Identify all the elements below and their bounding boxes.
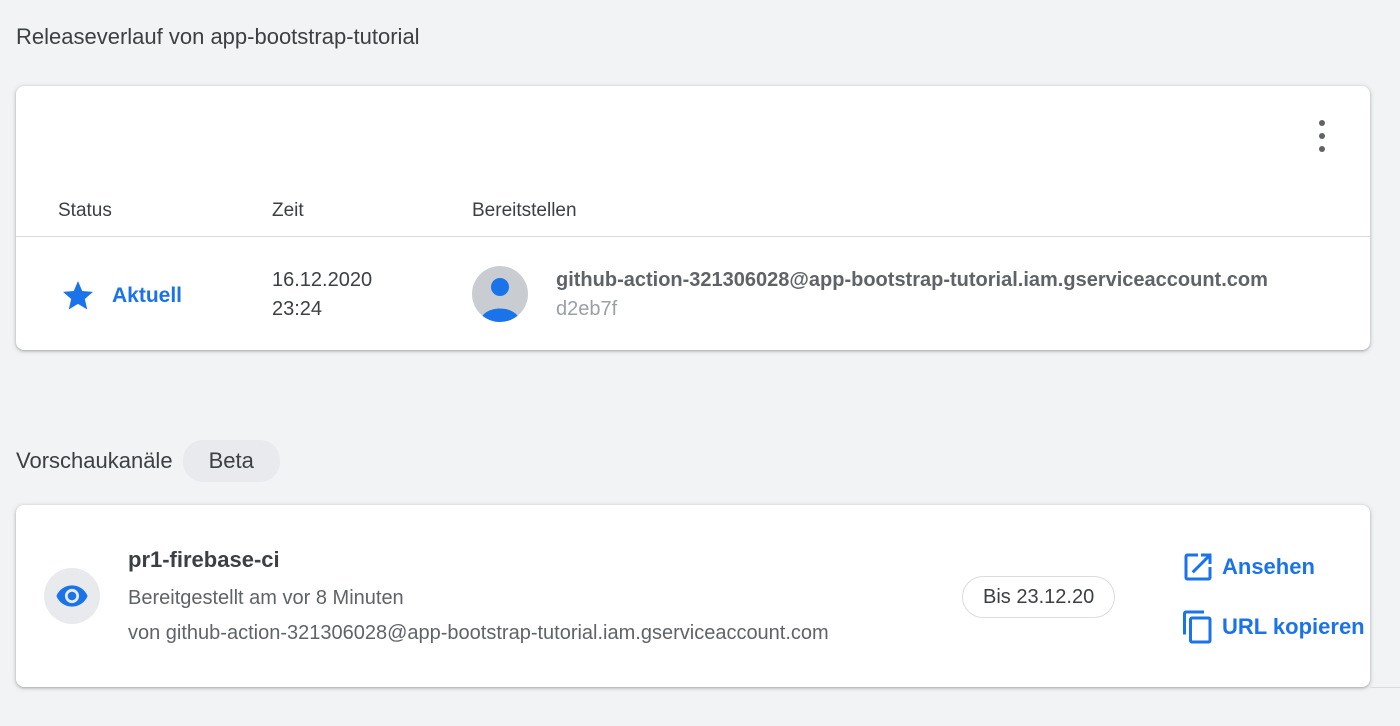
release-history-card: Status Zeit Bereitstellen Aktuell 16.12.… [16,86,1370,350]
status-label: Aktuell [112,284,183,307]
star-icon [63,281,93,310]
expiry-badge: Bis 23.12.20 [962,576,1116,618]
more-options-button[interactable] [1310,120,1334,152]
table-row: Aktuell 16.12.2020 23:24 github-action-3… [16,238,1370,348]
release-table-header: Status Zeit Bereitstellen [16,196,1370,237]
open-in-new-icon [1184,553,1212,581]
time-cell: 16.12.2020 23:24 [272,266,372,324]
deploy-hash: d2eb7f [556,298,618,320]
copy-icon [1183,610,1212,644]
account-icon [480,278,520,322]
copy-url-button[interactable]: URL kopieren [1180,609,1365,645]
preview-channels-title: Vorschaukanäle [16,448,173,473]
beta-badge: Beta [182,440,280,482]
channel-name: pr1-firebase-ci [128,547,280,572]
release-date: 16.12.2020 [272,269,373,291]
deploy-info: github-action-321306028@app-bootstrap-tu… [556,266,1328,324]
channel-info: pr1-firebase-ci Bereitgestellt am vor 8 … [128,547,829,651]
channel-deployed-time: Bereitgestellt am vor 8 Minuten [128,587,404,609]
view-link[interactable]: Ansehen [1180,549,1315,585]
divider [1370,687,1400,688]
copy-url-label: URL kopieren [1222,614,1365,639]
release-history-title: Releaseverlauf von app-bootstrap-tutoria… [16,24,420,49]
deploy-account: github-action-321306028@app-bootstrap-tu… [556,269,1268,291]
column-header-status: Status [58,200,112,221]
release-time: 23:24 [272,298,323,320]
eye-icon [56,585,88,607]
more-vert-icon-dot [1319,146,1325,152]
column-header-deploy: Bereitstellen [472,200,577,221]
more-vert-icon-dot [1319,120,1325,126]
preview-channels-header: Vorschaukanäle Beta [16,440,280,482]
view-link-label: Ansehen [1222,554,1315,579]
channel-icon [44,568,100,624]
column-header-time: Zeit [272,200,304,221]
status-cell: Aktuell [60,278,182,314]
preview-channel-card: pr1-firebase-ci Bereitgestellt am vor 8 … [16,505,1370,687]
more-vert-icon-dot [1319,133,1325,139]
avatar [472,266,528,322]
channel-deployed-by: von github-action-321306028@app-bootstra… [128,622,829,644]
